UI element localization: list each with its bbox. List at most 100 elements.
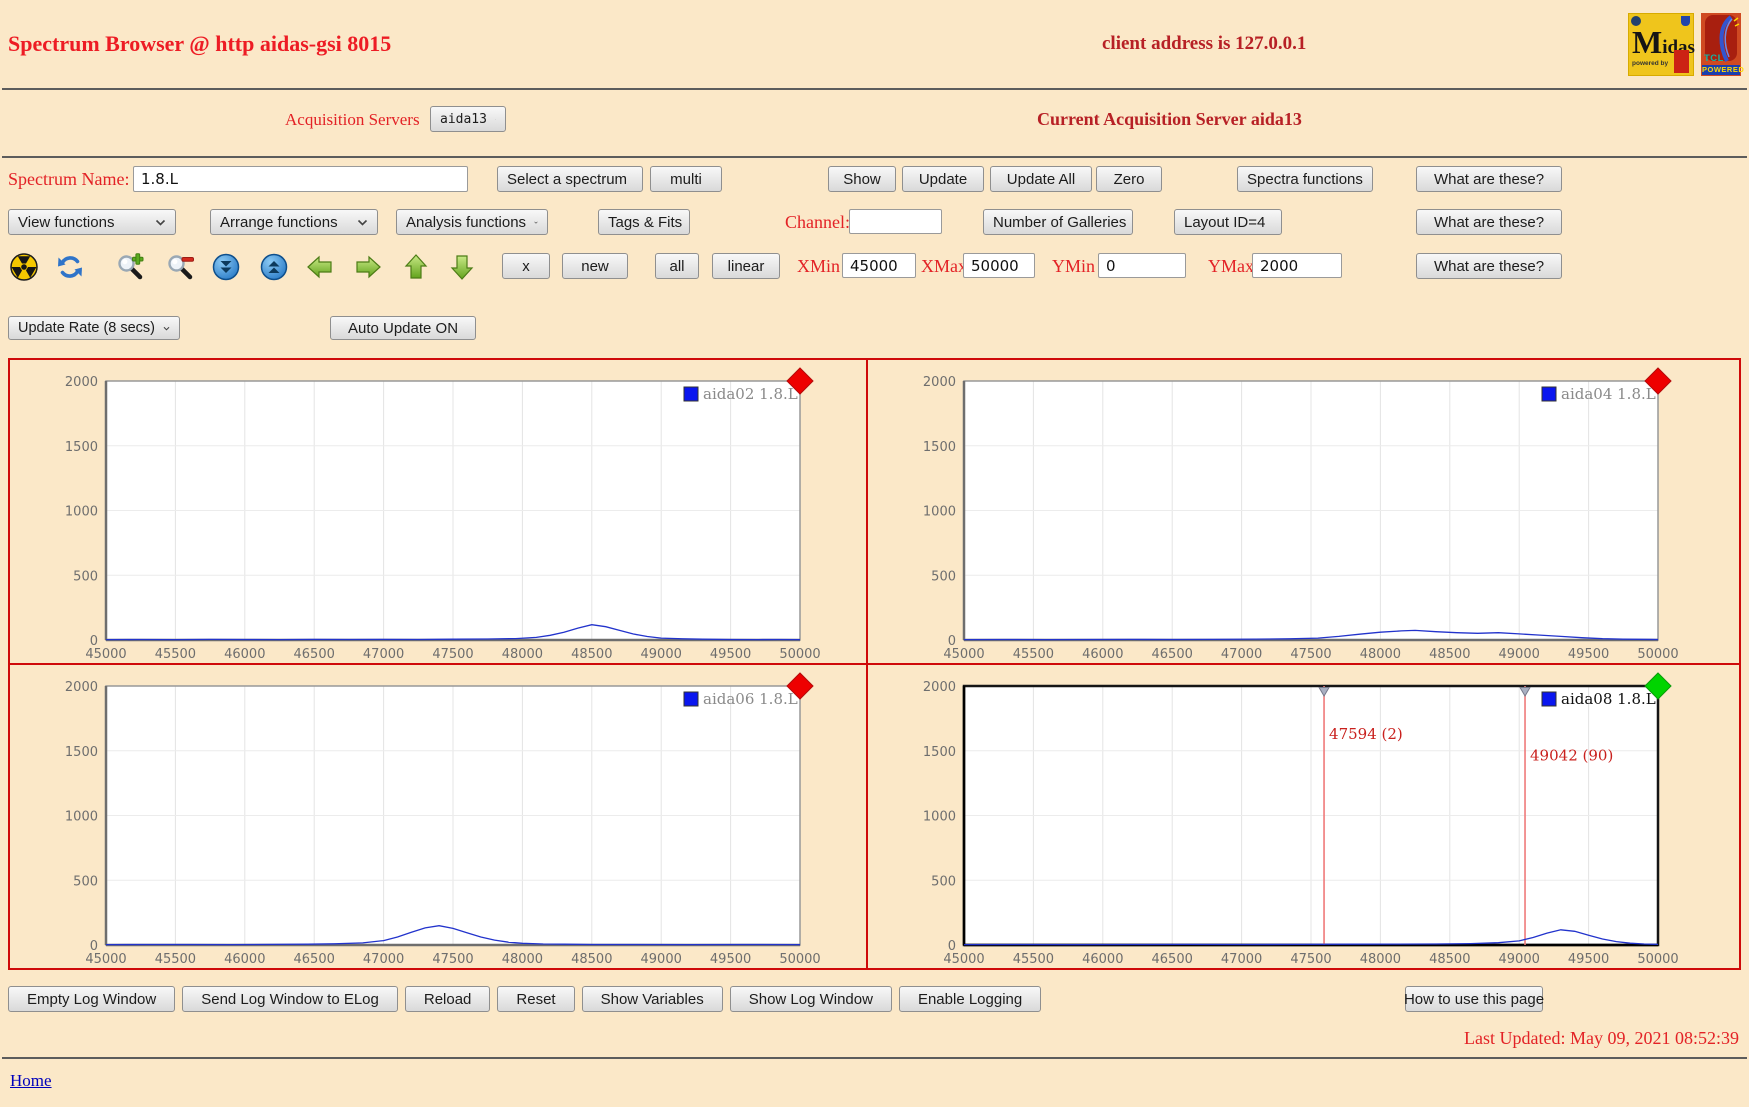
show-variables-button[interactable]: Show Variables [581, 986, 723, 1012]
select-a-spectrum-select[interactable]: Select a spectrum [497, 166, 643, 192]
y-tick-label: 0 [90, 634, 98, 649]
ymin-input[interactable] [1098, 253, 1186, 278]
number-of-galleries-select[interactable]: Number of Galleries [983, 209, 1133, 235]
tcl-text: TCL [1704, 53, 1724, 64]
arrow-left-icon[interactable] [306, 253, 334, 281]
x-tick-label: 50000 [779, 952, 820, 967]
arrange-functions-select[interactable]: Arrange functions [210, 209, 378, 235]
x-tick-label: 47000 [1221, 952, 1262, 967]
spectra-functions-select[interactable]: Spectra functions [1237, 166, 1373, 192]
tags-fits-select[interactable]: Tags & Fits [598, 209, 690, 235]
refresh-icon[interactable] [56, 253, 84, 281]
xmax-input[interactable] [963, 253, 1035, 278]
x-tick-label: 45000 [943, 952, 984, 967]
cursor-marker-label: 47594 (2) [1329, 725, 1403, 743]
chevron-down-icon [357, 219, 368, 226]
how-to-use-this-page-button[interactable]: How to use this page [1404, 986, 1544, 1012]
arrow-up-icon[interactable] [402, 253, 430, 281]
channel-input[interactable] [849, 209, 942, 234]
x-tick-label: 49000 [1499, 952, 1540, 967]
x-tick-label: 45000 [943, 647, 984, 662]
show-button[interactable]: Show [828, 166, 896, 192]
chevron-down-icon [495, 118, 496, 120]
legend-label: aida02 1.8.L [703, 385, 798, 403]
spectrum-chart-aida02[interactable]: 45000 45500 46000 46500 47000 47500 48000 48500… [10, 360, 866, 663]
acquisition-server-select[interactable]: aida13 [430, 106, 506, 132]
multi-button[interactable]: multi [650, 166, 722, 192]
what-are-these-button-3[interactable]: What are these? [1416, 253, 1562, 279]
spectrum-chart-aida08[interactable]: 45000 45500 46000 46500 47000 47500 48000 48500… [868, 665, 1739, 968]
tcl-powered-logo[interactable]: TCL POWERED [1701, 13, 1744, 76]
x-tick-label: 47500 [1290, 952, 1331, 967]
legend-label: aida06 1.8.L [703, 690, 798, 708]
x-tick-label: 47500 [432, 952, 473, 967]
radiation-icon[interactable] [10, 253, 38, 281]
analysis-functions-select[interactable]: Analysis functions [396, 209, 548, 235]
footer-buttons-row: Empty Log Window Send Log Window to ELog… [0, 986, 1749, 1014]
arrow-right-icon[interactable] [354, 253, 382, 281]
legend-swatch [1541, 386, 1557, 402]
ymin-label: YMin [1052, 256, 1096, 276]
acquisition-row: Acquisition Servers aida13 Current Acqui… [0, 90, 1749, 156]
all-button[interactable]: all [655, 253, 699, 279]
midas-logo[interactable]: Midas powered by [1628, 13, 1695, 76]
x-tick-label: 49000 [1499, 647, 1540, 662]
functions-row: View functions Arrange functions Analysi… [0, 202, 1749, 244]
empty-log-window-button[interactable]: Empty Log Window [8, 986, 176, 1012]
zero-button[interactable]: Zero [1096, 166, 1162, 192]
enable-logging-button[interactable]: Enable Logging [898, 986, 1042, 1012]
y-tick-label: 1000 [923, 505, 956, 520]
show-log-window-button[interactable]: Show Log Window [729, 986, 892, 1012]
update-button[interactable]: Update [902, 166, 984, 192]
send-log-window-to-elog-button[interactable]: Send Log Window to ELog [182, 986, 398, 1012]
x-tick-label: 46500 [1152, 647, 1193, 662]
acquisition-servers-label: Acquisition Servers [285, 110, 420, 129]
y-tick-label: 1000 [923, 810, 956, 825]
zoom-in-icon[interactable] [116, 253, 144, 281]
linear-button[interactable]: linear [712, 253, 780, 279]
x-tick-label: 47000 [363, 952, 404, 967]
auto-update-button[interactable]: Auto Update ON [330, 316, 476, 340]
what-are-these-button-2[interactable]: What are these? [1416, 209, 1562, 235]
reload-button[interactable]: Reload [404, 986, 491, 1012]
spectrum-panel-aida06[interactable]: 45000 45500 46000 46500 47000 47500 48000 48500… [10, 665, 868, 968]
spectrum-panel-aida02[interactable]: 45000 45500 46000 46500 47000 47500 48000 48500… [10, 360, 868, 665]
spectrum-panel-aida08[interactable]: 45000 45500 46000 46500 47000 47500 48000 48500… [868, 665, 1739, 968]
spectra-gallery: 45000 45500 46000 46500 47000 47500 48000 48500… [8, 358, 1741, 970]
spectrum-panel-aida04[interactable]: 45000 45500 46000 46500 47000 47500 48000 48500… [868, 360, 1739, 665]
reset-button[interactable]: Reset [497, 986, 575, 1012]
x-tick-label: 47500 [432, 647, 473, 662]
x-tick-label: 46500 [1152, 952, 1193, 967]
xmin-input[interactable] [842, 253, 916, 278]
x-tick-label: 48000 [1360, 952, 1401, 967]
update-rate-select[interactable]: Update Rate (8 secs) [8, 316, 180, 340]
zoom-out-icon[interactable] [166, 253, 194, 281]
spectrum-name-label: Spectrum Name: [8, 169, 130, 189]
spectrum-chart-aida06[interactable]: 45000 45500 46000 46500 47000 47500 48000 48500… [10, 665, 866, 968]
client-address: client address is 127.0.0.1 [1102, 33, 1307, 54]
view-functions-select[interactable]: View functions [8, 209, 176, 235]
y-tick-label: 0 [948, 939, 956, 954]
legend-label: aida04 1.8.L [1561, 385, 1656, 403]
update-all-button[interactable]: Update All [990, 166, 1092, 192]
home-link[interactable]: Home [10, 1071, 52, 1091]
x-tick-label: 48000 [502, 952, 543, 967]
legend-swatch [683, 691, 699, 707]
layout-id-select[interactable]: Layout ID=4 [1174, 209, 1282, 235]
y-tick-label: 500 [931, 874, 956, 889]
scroll-down-icon[interactable] [212, 253, 240, 281]
spectrum-chart-aida04[interactable]: 45000 45500 46000 46500 47000 47500 48000 48500… [868, 360, 1739, 663]
ymax-input[interactable] [1252, 253, 1342, 278]
y-tick-label: 0 [90, 939, 98, 954]
what-are-these-button-1[interactable]: What are these? [1416, 166, 1562, 192]
scroll-up-icon[interactable] [260, 253, 288, 281]
channel-label: Channel: [785, 212, 850, 232]
x-tick-label: 48000 [502, 647, 543, 662]
midas-shield-icon [1681, 16, 1690, 26]
x-tick-label: 46500 [294, 647, 335, 662]
new-button[interactable]: new [562, 253, 628, 279]
x-button[interactable]: x [502, 253, 550, 279]
arrow-down-icon[interactable] [448, 253, 476, 281]
y-tick-label: 500 [73, 874, 98, 889]
spectrum-name-input[interactable] [133, 166, 468, 192]
